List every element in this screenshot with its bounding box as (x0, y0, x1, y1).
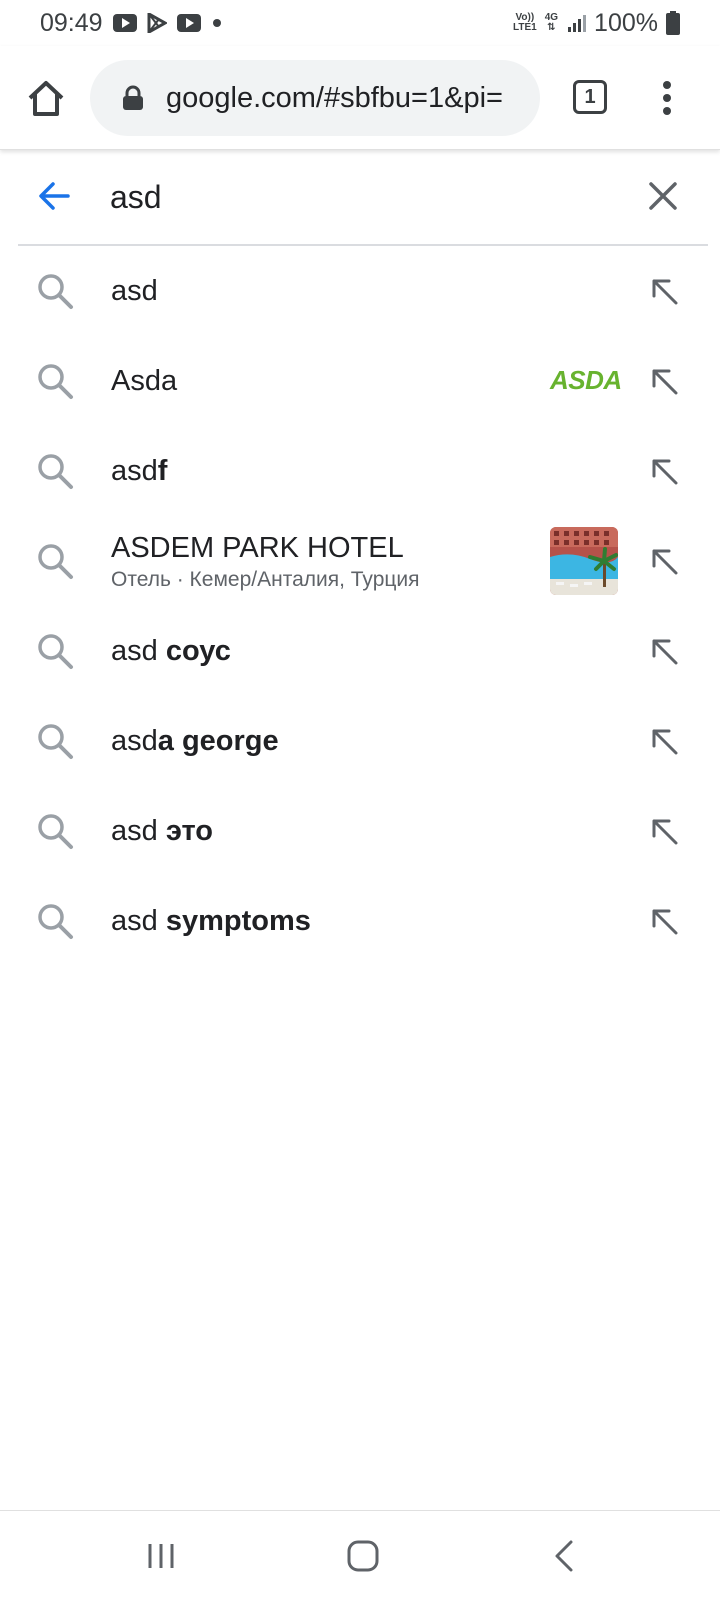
nav-back-button[interactable] (552, 1539, 576, 1573)
url-bar[interactable]: google.com/#sbfbu=1&pi= (90, 60, 540, 136)
battery-percent: 100% (594, 8, 658, 37)
status-right: Vo)) LTE1 4G ⇅ 100% (513, 9, 680, 38)
suggestion-item[interactable]: Asda ASDA (0, 336, 720, 426)
chevron-left-icon (555, 1540, 573, 1572)
nav-home-button[interactable] (346, 1539, 380, 1573)
suggestion-item[interactable]: asd соус (0, 606, 720, 696)
search-input[interactable] (110, 170, 610, 224)
clock: 09:49 (40, 8, 103, 37)
insert-arrow-icon[interactable] (648, 725, 680, 757)
entity-title: ASDEM PARK HOTEL (111, 532, 404, 564)
entity-subtitle: Отель · Кемер/Анталия, Турция (111, 568, 420, 591)
close-icon (649, 182, 677, 210)
suggestion-item[interactable]: asd (0, 246, 720, 336)
signal-icon (566, 13, 587, 33)
insert-arrow-icon[interactable] (648, 365, 680, 397)
hotel-thumbnail (550, 527, 618, 595)
suggestion-item[interactable]: ASDEM PARK HOTEL Отель · Кемер/Анталия, … (0, 516, 720, 606)
home-circle-icon (347, 1540, 379, 1572)
status-bar: 09:49 Vo)) LTE1 4G ⇅ 100% (0, 0, 720, 46)
suggestion-text: asd a george (111, 724, 279, 757)
search-icon (38, 274, 73, 309)
search-icon (38, 904, 73, 939)
dot-icon (211, 17, 223, 29)
suggestion-text: asd symptoms (111, 904, 311, 937)
recents-icon (148, 1544, 174, 1568)
url-text: google.com/#sbfbu=1&pi= (166, 81, 503, 114)
search-icon (38, 724, 73, 759)
suggestion-item[interactable]: asd a george (0, 696, 720, 786)
recents-button[interactable] (146, 1541, 176, 1571)
suggestion-item[interactable]: asd symptoms (0, 876, 720, 966)
network-type-indicator: 4G ⇅ (544, 12, 559, 33)
suggestion-text: asd соус (111, 634, 231, 667)
home-icon (28, 81, 64, 116)
suggestion-item[interactable]: asd это (0, 786, 720, 876)
search-icon (38, 364, 73, 399)
youtube-icon (112, 14, 137, 32)
volte-indicator: Vo)) LTE1 (512, 12, 537, 33)
insert-arrow-icon[interactable] (648, 545, 680, 577)
suggestion-text: asd это (111, 814, 213, 847)
system-nav-bar (0, 1510, 720, 1601)
arrow-back-icon (39, 182, 70, 210)
suggestion-entity: ASDEM PARK HOTEL Отель · Кемер/Анталия, … (111, 530, 420, 594)
insert-arrow-icon[interactable] (648, 455, 680, 487)
suggestion-text: Asda (111, 364, 178, 397)
tab-count: 1 (584, 85, 596, 108)
search-icon (38, 814, 73, 849)
youtube-icon (176, 14, 201, 32)
search-icon (38, 454, 73, 489)
search-icon (38, 544, 73, 579)
suggestion-item[interactable]: asd f (0, 426, 720, 516)
suggestion-list: asd Asda ASDA asd f ASDEM PARK HOTEL Отел… (0, 246, 720, 966)
clear-button[interactable] (648, 181, 678, 211)
suggestion-text: asd f (111, 454, 168, 487)
asda-logo: ASDA (550, 365, 622, 395)
battery-icon (666, 11, 680, 35)
insert-arrow-icon[interactable] (648, 635, 680, 667)
overflow-menu-button[interactable] (652, 76, 682, 120)
suggestion-text: asd (111, 274, 158, 307)
home-button[interactable] (24, 76, 68, 120)
play-store-icon (147, 13, 167, 33)
lock-icon (123, 85, 143, 110)
insert-arrow-icon[interactable] (648, 905, 680, 937)
status-left: 09:49 (40, 9, 223, 38)
back-button[interactable] (36, 178, 72, 214)
insert-arrow-icon[interactable] (648, 275, 680, 307)
search-row (0, 150, 720, 244)
search-icon (38, 634, 73, 669)
insert-arrow-icon[interactable] (648, 815, 680, 847)
browser-toolbar: google.com/#sbfbu=1&pi= 1 (0, 46, 720, 150)
more-vert-icon (663, 81, 671, 115)
tab-switcher-button[interactable]: 1 (573, 80, 607, 114)
